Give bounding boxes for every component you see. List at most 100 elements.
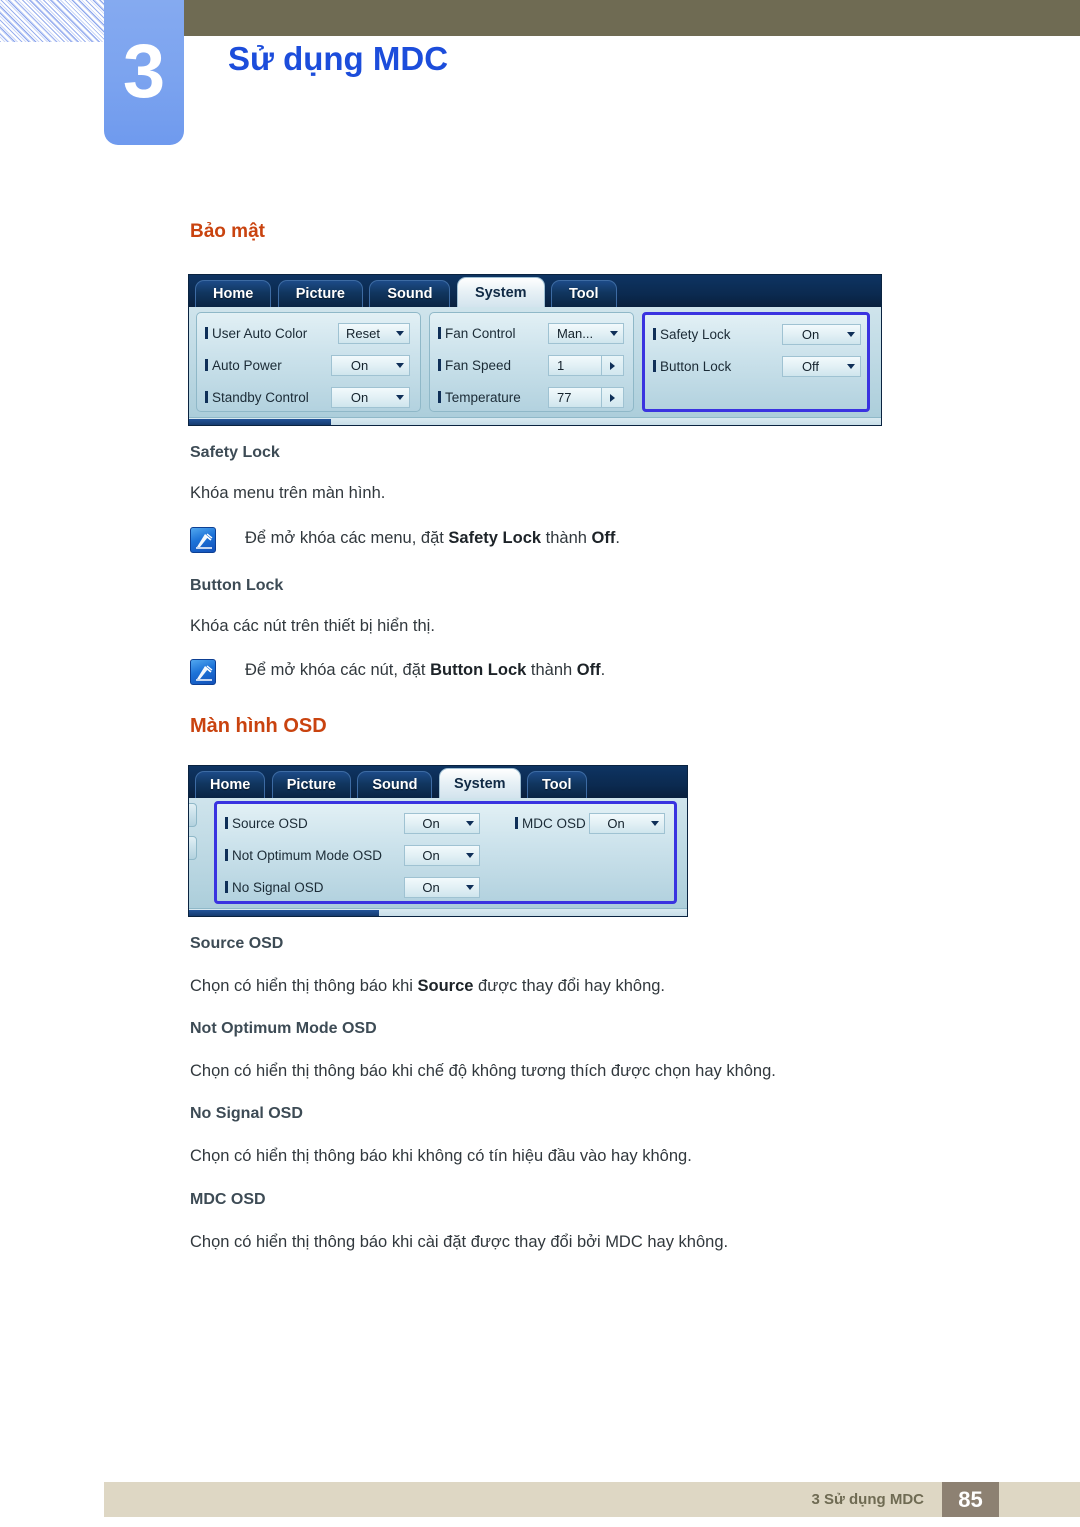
tab-picture[interactable]: Picture [277,280,363,307]
clipped-group-stub-top [189,803,197,827]
dropdown-safety-lock[interactable]: On [782,324,861,345]
chevron-down-icon [847,364,855,369]
note-button-lock: Để mở khóa các nút, đặt Button Lock thàn… [190,659,830,689]
mdc-system-body: User Auto Color Reset Auto Power On Stan… [189,307,881,425]
dropdown-fan-control[interactable]: Man... [548,323,624,344]
decorative-hatch-pattern-overlay [0,0,104,42]
label-user-auto-color: User Auto Color [205,323,307,345]
label-auto-power: Auto Power [205,355,282,377]
subsection-title-no-signal-osd: No Signal OSD [190,1105,303,1122]
footer-text: 3 Sử dụng MDC [811,1491,924,1508]
page-number-badge: 85 [942,1482,999,1517]
dropdown-value: On [422,848,440,863]
tab-tool[interactable]: Tool [550,280,617,307]
tab-system[interactable]: System [456,277,545,307]
chevron-down-icon [610,331,618,336]
dropdown-standby-control[interactable]: On [331,387,410,408]
dropdown-mdc-osd[interactable]: On [589,813,665,834]
horizontal-scrollbar[interactable] [189,908,687,916]
chapter-number: 3 [122,29,166,114]
spinner-value: 77 [557,390,572,405]
dropdown-value: Reset [346,326,380,341]
osd-group: Source OSD On Not Optimum Mode OSD On No… [214,801,514,904]
row-no-signal-osd: No Signal OSD On [217,877,511,899]
row-user-auto-color: User Auto Color Reset [197,323,420,345]
note-pen-icon [190,659,216,685]
spinner-temperature[interactable]: 77 [548,387,624,408]
fan-group: Fan Control Man... Fan Speed 1 Temperatu… [429,312,634,412]
mdc-osd-body: Source OSD On Not Optimum Mode OSD On No… [189,798,687,916]
scrollbar-thumb[interactable] [189,419,331,425]
mdc-osd-group: MDC OSD On [507,801,677,904]
label-safety-lock: Safety Lock [653,324,731,346]
tab-tool[interactable]: Tool [526,771,587,798]
subsection-body-mdc-osd: Chọn có hiển thị thông báo khi cài đặt đ… [190,1233,729,1251]
subsection-title-not-optimum-mode-osd: Not Optimum Mode OSD [190,1020,377,1037]
chevron-down-icon [466,821,474,826]
dropdown-auto-power[interactable]: On [331,355,410,376]
subsection-body-no-signal-osd: Chọn có hiển thị thông báo khi không có … [190,1147,692,1165]
tab-home[interactable]: Home [195,771,266,798]
dropdown-value: Off [801,359,820,374]
dropdown-user-auto-color[interactable]: Reset [338,323,410,344]
footer-band-right [999,1482,1080,1517]
row-fan-speed: Fan Speed 1 [430,355,633,377]
tab-sound[interactable]: Sound [369,280,451,307]
label-standby-control: Standby Control [205,387,309,409]
chevron-down-icon [396,331,404,336]
dropdown-not-optimum-mode-osd[interactable]: On [404,845,480,866]
dropdown-value: On [607,816,625,831]
dropdown-no-signal-osd[interactable]: On [404,877,480,898]
subsection-title-source-osd: Source OSD [190,935,284,952]
section-heading-osd: Màn hình OSD [190,715,327,737]
general-group: User Auto Color Reset Auto Power On Stan… [196,312,421,412]
chevron-down-icon [466,885,474,890]
tab-picture[interactable]: Picture [271,771,351,798]
header-band [104,0,1080,36]
note-text-button-lock: Để mở khóa các nút, đặt Button Lock thàn… [245,661,606,679]
dropdown-button-lock[interactable]: Off [782,356,861,377]
dropdown-value: On [422,816,440,831]
mdc-osd-screenshot: Home Picture Sound System Tool Source OS… [188,765,688,917]
note-pen-icon [190,527,216,553]
tab-home[interactable]: Home [195,280,272,307]
chevron-down-icon [396,363,404,368]
security-group: Safety Lock On Button Lock Off [642,312,870,412]
tab-system[interactable]: System [438,768,521,798]
label-fan-control: Fan Control [438,323,516,345]
label-not-optimum-mode-osd: Not Optimum Mode OSD [225,845,382,867]
chevron-down-icon [466,853,474,858]
dropdown-value: On [422,880,440,895]
dropdown-source-osd[interactable]: On [404,813,480,834]
dropdown-value: On [350,358,369,373]
row-not-optimum-mode-osd: Not Optimum Mode OSD On [217,845,511,867]
row-safety-lock: Safety Lock On [645,324,867,346]
page-title: Sử dụng MDC [228,40,449,77]
subsection-title-button-lock: Button Lock [190,577,284,594]
scrollbar-thumb[interactable] [189,910,379,916]
chevron-right-icon [610,394,615,402]
spinner-fan-speed[interactable]: 1 [548,355,624,376]
subsection-body-source-osd: Chọn có hiển thị thông báo khi Source đư… [190,977,666,995]
row-source-osd: Source OSD On [217,813,511,835]
horizontal-scrollbar[interactable] [189,417,881,425]
row-temperature: Temperature 77 [430,387,633,409]
row-mdc-osd: MDC OSD On [507,813,674,835]
label-button-lock: Button Lock [653,356,731,378]
spinner-increment-button[interactable] [601,356,623,375]
label-fan-speed: Fan Speed [438,355,511,377]
mdc-system-screenshot: Home Picture Sound System Tool User Auto… [188,274,882,426]
subsection-body-not-optimum-mode-osd: Chọn có hiển thị thông báo khi chế độ kh… [190,1062,776,1080]
clipped-group-stub-bottom [189,836,197,860]
row-auto-power: Auto Power On [197,355,420,377]
subsection-body-button-lock: Khóa các nút trên thiết bị hiển thị. [190,617,435,635]
row-standby-control: Standby Control On [197,387,420,409]
label-mdc-osd: MDC OSD [515,813,586,835]
subsection-title-mdc-osd: MDC OSD [190,1191,266,1208]
tab-sound[interactable]: Sound [357,771,433,798]
mdc-system-tabbar: Home Picture Sound System Tool [189,275,881,307]
dropdown-value: On [801,327,820,342]
spinner-increment-button[interactable] [601,388,623,407]
label-source-osd: Source OSD [225,813,308,835]
spinner-value: 1 [557,358,565,373]
